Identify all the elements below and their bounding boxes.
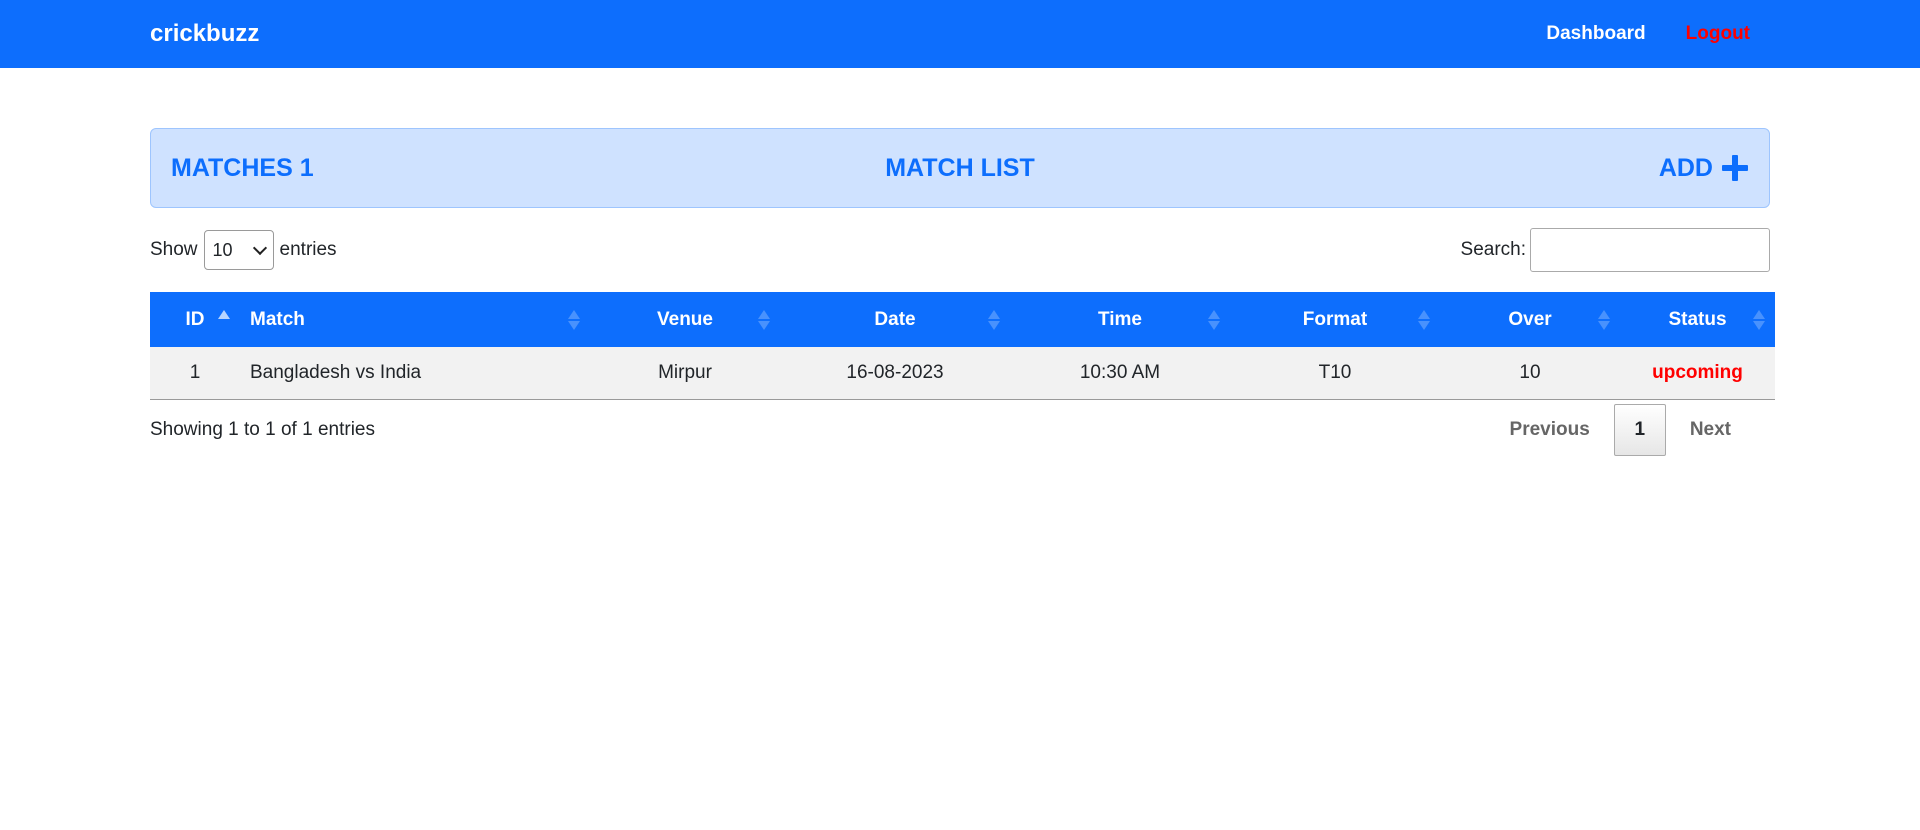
column-header-status[interactable]: Status (1620, 292, 1775, 347)
table-row: 1 Bangladesh vs India Mirpur 16-08-2023 … (150, 347, 1775, 399)
sort-icon (1598, 310, 1610, 330)
column-header-over[interactable]: Over (1440, 292, 1620, 347)
chevron-down-icon (252, 240, 267, 256)
nav-logout-link[interactable]: Logout (1686, 23, 1750, 45)
search-input[interactable] (1530, 228, 1770, 272)
cell-status: upcoming (1652, 361, 1743, 383)
cell-time: 10:30 AM (1079, 361, 1161, 383)
column-header-venue[interactable]: Venue (590, 292, 780, 347)
cell-over: 10 (1519, 361, 1541, 383)
cell-venue: Mirpur (658, 361, 712, 383)
sort-icon (1418, 310, 1430, 330)
entries-select[interactable]: 10 (203, 230, 274, 270)
sort-icon (1753, 310, 1765, 330)
sort-icon (1208, 310, 1220, 330)
entries-label: entries (279, 239, 337, 260)
sort-icon (568, 310, 580, 330)
add-label: ADD (1658, 153, 1713, 182)
main-container: MATCHES 1 MATCH LIST ADD Show 10 entries… (0, 128, 1920, 456)
show-label: Show (150, 239, 198, 260)
table-controls: Show 10 entries Search: (150, 228, 1770, 272)
plus-icon (1721, 154, 1749, 182)
page-title: MATCH LIST (885, 153, 1035, 182)
cell-date: 16-08-2023 (846, 361, 944, 383)
table-footer: Showing 1 to 1 of 1 entries Previous 1 N… (150, 403, 1775, 456)
search-label: Search: (1460, 239, 1526, 260)
pagination: Previous 1 Next (1486, 403, 1775, 456)
matches-table: ID Match Venue Date Time Format Over Sta… (150, 292, 1775, 400)
nav-dashboard-link[interactable]: Dashboard (1546, 23, 1645, 45)
sort-icon (988, 310, 1000, 330)
cell-match: Bangladesh vs India (250, 361, 422, 383)
nav-links: Dashboard Logout (1546, 23, 1770, 45)
next-page-button[interactable]: Next (1666, 419, 1755, 441)
brand-logo[interactable]: crickbuzz (150, 20, 259, 48)
match-list-header: MATCHES 1 MATCH LIST ADD (150, 128, 1770, 208)
sort-icon (758, 310, 770, 330)
entries-info: Showing 1 to 1 of 1 entries (150, 418, 375, 440)
entries-select-value: 10 (212, 239, 233, 260)
column-header-id[interactable]: ID (150, 292, 240, 347)
column-header-match[interactable]: Match (240, 292, 590, 347)
column-header-format[interactable]: Format (1230, 292, 1440, 347)
cell-id: 1 (189, 361, 201, 383)
add-match-button[interactable]: ADD (1659, 154, 1749, 183)
table-header-row: ID Match Venue Date Time Format Over Sta… (150, 292, 1775, 347)
cell-format: T10 (1318, 361, 1352, 383)
previous-page-button[interactable]: Previous (1486, 419, 1614, 441)
page-1-button[interactable]: 1 (1613, 403, 1666, 456)
column-header-time[interactable]: Time (1010, 292, 1230, 347)
top-navbar: crickbuzz Dashboard Logout (0, 0, 1920, 68)
sort-asc-icon (218, 310, 230, 330)
match-count: MATCHES 1 (171, 153, 314, 182)
search-group: Search: (1461, 228, 1770, 272)
column-header-date[interactable]: Date (780, 292, 1010, 347)
